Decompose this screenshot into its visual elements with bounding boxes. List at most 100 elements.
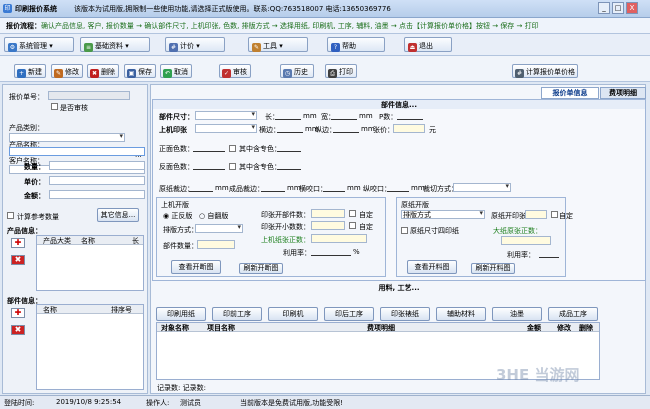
press-min-field[interactable] xyxy=(311,221,345,230)
cost-grid-header: 对象名称 项目名称 费项明细 金额 修改 删除 xyxy=(157,323,599,332)
front-colors-field[interactable] xyxy=(193,144,225,152)
refresh-press-diagram-button[interactable]: 刷新开断图 xyxy=(239,263,283,274)
amount-field[interactable] xyxy=(49,190,145,199)
menu-exit[interactable]: ⏏ 退出 xyxy=(404,37,452,52)
unit-price-field[interactable] xyxy=(49,176,145,185)
save-button[interactable]: ▣ 保存 xyxy=(124,64,156,78)
press-opens-field[interactable] xyxy=(311,209,345,218)
new-button[interactable]: + 新建 xyxy=(14,64,46,78)
press-opens-label: 印张开部件数： xyxy=(261,211,310,219)
col-object-name: 对象名称 xyxy=(161,324,189,332)
finish-trim-label: 成品裁边： xyxy=(229,185,264,193)
cancel-button[interactable]: ↶ 取消 xyxy=(160,64,192,78)
big-total-field[interactable] xyxy=(501,236,551,245)
press-sheet-select[interactable] xyxy=(195,123,257,133)
paper-custom-checkbox[interactable] xyxy=(551,211,558,218)
pre-press-button[interactable]: 印前工序 xyxy=(212,307,262,321)
history-icon: ◷ xyxy=(283,69,292,78)
undo-icon: ↶ xyxy=(163,69,172,78)
audited-checkbox[interactable] xyxy=(51,103,58,110)
sheet-price-field[interactable] xyxy=(393,124,425,133)
paper-opens-field[interactable] xyxy=(525,210,547,219)
col-amount: 金额 xyxy=(527,324,541,332)
h-margin-field[interactable] xyxy=(277,125,303,133)
press-total-field[interactable] xyxy=(311,234,367,243)
part-grid[interactable]: 名称 排序号 xyxy=(36,304,144,390)
menu-pricing[interactable]: # 计价 ▾ xyxy=(165,37,225,52)
paper-layout-method-select[interactable]: 排版方式 xyxy=(401,209,485,219)
qty-field[interactable] xyxy=(49,161,145,170)
watermark: 3HE 当游网 xyxy=(496,366,580,384)
history-button[interactable]: ◷ 历史 xyxy=(280,64,314,78)
ink-button[interactable]: 油墨 xyxy=(492,307,542,321)
view-paper-diagram-button[interactable]: 查看开料图 xyxy=(407,260,457,274)
paper-utilization-field[interactable] xyxy=(539,250,559,258)
part-grid-header: 名称 排序号 xyxy=(37,305,143,314)
qty-label-visible: 数量： xyxy=(24,163,45,171)
calc-ref-qty-checkbox[interactable] xyxy=(7,212,14,219)
refresh-paper-diagram-button[interactable]: 刷新开料图 xyxy=(471,263,515,274)
size-print-checkbox[interactable] xyxy=(401,227,408,234)
post-press-button[interactable]: 印后工序 xyxy=(324,307,374,321)
close-button[interactable]: X xyxy=(626,2,638,14)
quote-no-field[interactable] xyxy=(48,91,130,100)
other-info-button[interactable]: 其它信息... xyxy=(97,208,139,222)
remove-product-button[interactable]: ✖ xyxy=(11,255,25,265)
aux-material-button[interactable]: 辅助材料 xyxy=(436,307,486,321)
menu-tools[interactable]: ✎ 工具 ▾ xyxy=(248,37,308,52)
front-colors-label: 正面色数： xyxy=(159,145,194,153)
edit-button[interactable]: ✎ 修改 xyxy=(51,64,83,78)
spot-front-field[interactable] xyxy=(277,144,301,152)
maximize-button[interactable]: □ xyxy=(612,2,624,14)
audited-label: 是否审核 xyxy=(60,104,88,112)
tab-quote-info[interactable]: 报价单信息 xyxy=(541,87,599,99)
product-name-field[interactable] xyxy=(9,147,145,156)
custom2-checkbox[interactable] xyxy=(349,222,356,229)
custom2-label: 自定 xyxy=(359,223,373,231)
wide-field[interactable] xyxy=(331,112,357,120)
v-margin-field[interactable] xyxy=(333,125,359,133)
part-size-select[interactable] xyxy=(195,110,257,120)
finished-process-button[interactable]: 成品工序 xyxy=(548,307,598,321)
custom1-checkbox[interactable] xyxy=(349,210,356,217)
yuan-unit: 元 xyxy=(429,126,436,134)
menu-system[interactable]: ⚙ 系统管理 ▾ xyxy=(4,37,74,52)
customer-pick-button[interactable]: ... xyxy=(135,151,142,159)
long-field[interactable] xyxy=(275,112,301,120)
paper-button[interactable]: 印刷用纸 xyxy=(156,307,206,321)
press-utilization-field[interactable] xyxy=(311,248,351,256)
view-press-diagram-button[interactable]: 查看开断图 xyxy=(171,260,221,274)
paper-trim-field[interactable] xyxy=(189,184,213,192)
audit-button[interactable]: ✓ 审核 xyxy=(219,64,251,78)
menu-help[interactable]: ? 帮助 xyxy=(327,37,385,52)
print-button[interactable]: ⎙ 打印 xyxy=(325,64,357,78)
calc-ref-qty-label: 计算参考数量 xyxy=(17,213,59,221)
col-name: 名称 xyxy=(81,237,95,245)
long-unit: mm xyxy=(303,112,317,120)
calc-price-button[interactable]: # 计算报价单价格 xyxy=(512,64,578,78)
press-machine-button[interactable]: 印刷机 xyxy=(268,307,318,321)
tab-cost-detail[interactable]: 费项明细 xyxy=(600,87,646,99)
h-mouth-field[interactable] xyxy=(323,184,345,192)
part-count-field[interactable] xyxy=(197,240,235,249)
radio-normal[interactable]: ◉ 正反版 xyxy=(163,211,192,221)
spot-front-checkbox[interactable] xyxy=(229,145,236,152)
spot-back-checkbox[interactable] xyxy=(229,163,236,170)
delete-button[interactable]: ✖ 删除 xyxy=(87,64,119,78)
spot-back-field[interactable] xyxy=(277,162,301,170)
remove-part-button[interactable]: ✖ xyxy=(11,325,25,335)
product-grid[interactable]: 产品大类 名称 长 xyxy=(36,235,144,291)
press-layout-method-select[interactable] xyxy=(195,223,243,233)
v-mouth-field[interactable] xyxy=(387,184,409,192)
add-product-button[interactable]: ✚ xyxy=(11,238,25,248)
minimize-button[interactable]: _ xyxy=(598,2,610,14)
radio-auto[interactable]: ○ 自翻版 xyxy=(199,211,228,221)
cut-method-select[interactable] xyxy=(453,182,511,192)
p-count-field[interactable] xyxy=(397,112,423,120)
finish-trim-field[interactable] xyxy=(261,184,285,192)
menu-basic-data[interactable]: ≡ 基础资料 ▾ xyxy=(80,37,150,52)
lamination-button[interactable]: 印张裱纸 xyxy=(380,307,430,321)
press-utilization-label: 利用率： xyxy=(283,249,311,257)
back-colors-field[interactable] xyxy=(193,162,225,170)
add-part-button[interactable]: ✚ xyxy=(11,308,25,318)
